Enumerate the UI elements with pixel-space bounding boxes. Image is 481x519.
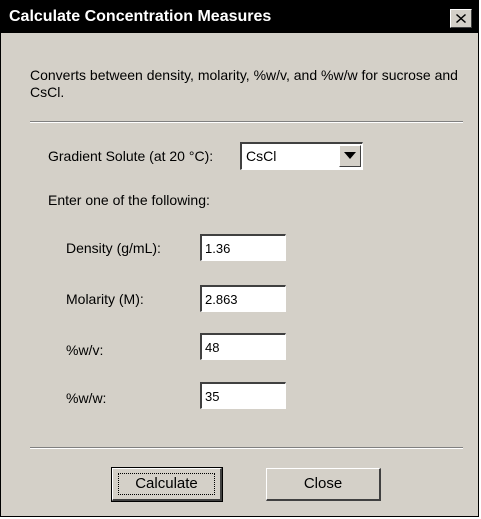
window-title: Calculate Concentration Measures xyxy=(9,8,272,25)
bottom-divider xyxy=(30,447,463,449)
calculate-button[interactable]: Calculate xyxy=(111,467,223,502)
solute-dropdown-button[interactable] xyxy=(339,145,361,167)
chevron-down-icon xyxy=(344,152,356,159)
ww-label: %w/w: xyxy=(66,390,107,406)
solute-label: Gradient Solute (at 20 °C): xyxy=(48,148,214,164)
close-icon xyxy=(456,14,466,23)
calculate-concentration-dialog: Calculate Concentration Measures Convert… xyxy=(0,0,479,517)
density-input[interactable] xyxy=(200,234,286,261)
close-button-label: Close xyxy=(303,475,343,492)
molarity-input[interactable] xyxy=(200,285,286,312)
wv-input[interactable] xyxy=(200,333,286,360)
focus-rectangle xyxy=(118,473,215,495)
top-divider xyxy=(30,121,463,123)
solute-select[interactable]: CsCl xyxy=(240,142,363,170)
molarity-label: Molarity (M): xyxy=(66,291,144,307)
instruction-text: Enter one of the following: xyxy=(48,192,210,208)
wv-label: %w/v: xyxy=(66,342,104,358)
close-window-button[interactable] xyxy=(450,9,472,28)
title-bar[interactable]: Calculate Concentration Measures xyxy=(1,1,478,33)
solute-select-value: CsCl xyxy=(246,148,277,164)
ww-input[interactable] xyxy=(200,382,286,409)
density-label: Density (g/mL): xyxy=(66,240,161,256)
description-text: Converts between density, molarity, %w/v… xyxy=(30,67,458,100)
close-button[interactable]: Close xyxy=(266,468,381,501)
